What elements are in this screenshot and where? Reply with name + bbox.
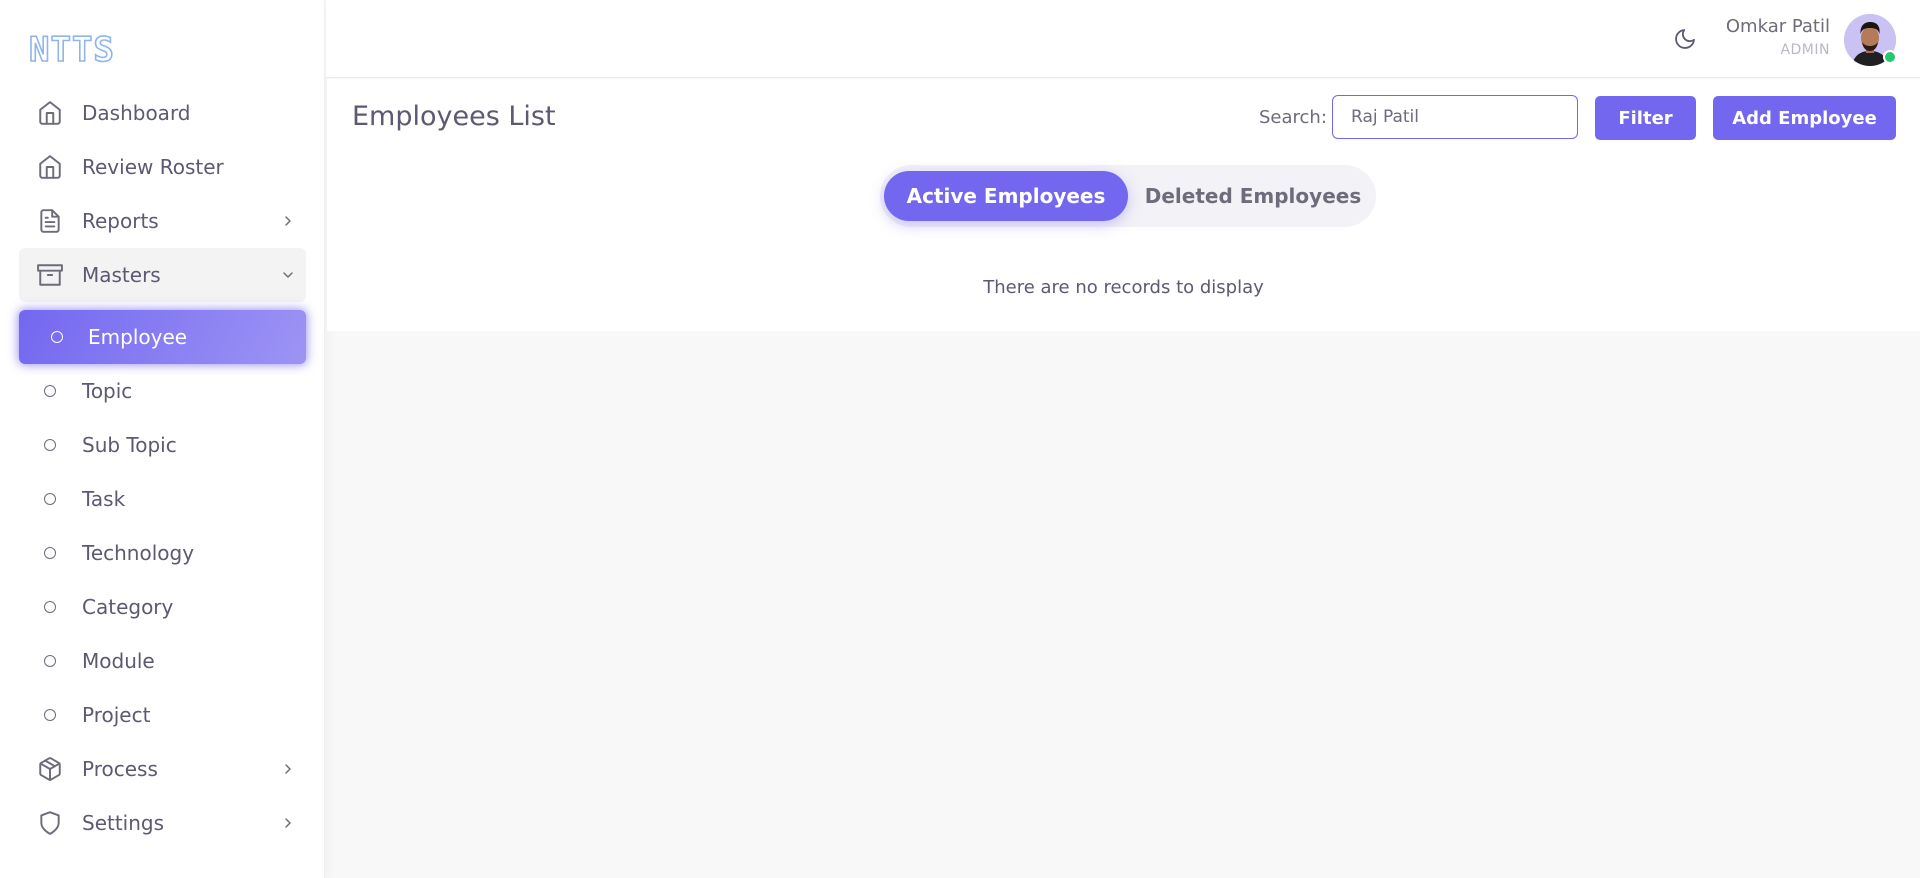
sidebar-subitem-label: Project bbox=[82, 703, 151, 727]
circle-icon bbox=[44, 655, 56, 667]
filter-button[interactable]: Filter bbox=[1595, 96, 1696, 140]
sidebar-subitem-module[interactable]: Module bbox=[19, 634, 306, 688]
circle-icon bbox=[44, 385, 56, 397]
sidebar-item-label: Review Roster bbox=[82, 155, 224, 179]
circle-icon bbox=[44, 439, 56, 451]
sidebar-subitem-label: Task bbox=[82, 487, 126, 511]
sidebar-subitem-task[interactable]: Task bbox=[19, 472, 306, 526]
sidebar-item-label: Process bbox=[82, 757, 158, 781]
search-label: Search: bbox=[1259, 107, 1327, 128]
shield-icon bbox=[40, 811, 60, 835]
sidebar-subitem-technology[interactable]: Technology bbox=[19, 526, 306, 580]
sidebar-item-dashboard[interactable]: Dashboard bbox=[19, 86, 306, 140]
sidebar-item-masters[interactable]: Masters bbox=[19, 248, 306, 302]
sidebar-subitem-label: Module bbox=[82, 649, 155, 673]
add-employee-button[interactable]: Add Employee bbox=[1713, 96, 1896, 140]
sidebar: NTTS Dashboard Review Roster Reports Mas… bbox=[0, 0, 325, 878]
sidebar-subitem-label: Employee bbox=[88, 325, 188, 349]
chevron-right-icon bbox=[285, 764, 291, 774]
chevron-right-icon bbox=[285, 818, 291, 828]
home-icon bbox=[39, 101, 61, 125]
sidebar-item-label: Dashboard bbox=[82, 101, 191, 125]
employees-card: Employees List Search: Filter Add Employ… bbox=[327, 79, 1920, 331]
tab-deleted-employees[interactable]: Deleted Employees bbox=[1134, 171, 1372, 221]
empty-state-message: There are no records to display bbox=[983, 277, 1264, 298]
home-icon bbox=[39, 155, 61, 179]
page-title: Employees List bbox=[352, 101, 556, 132]
circle-icon bbox=[44, 709, 56, 721]
sidebar-item-review-roster[interactable]: Review Roster bbox=[19, 140, 306, 194]
tab-active-employees[interactable]: Active Employees bbox=[884, 171, 1128, 221]
moon-icon[interactable] bbox=[1673, 27, 1697, 51]
sidebar-subitem-category[interactable]: Category bbox=[19, 580, 306, 634]
chevron-right-icon bbox=[285, 216, 291, 226]
sidebar-item-process[interactable]: Process bbox=[19, 742, 306, 796]
sidebar-subitem-label: Sub Topic bbox=[82, 433, 177, 457]
sidebar-subitem-label: Technology bbox=[82, 541, 195, 565]
sidebar-item-label: Settings bbox=[82, 811, 165, 835]
user-role: ADMIN bbox=[1780, 42, 1830, 58]
sidebar-subitem-topic[interactable]: Topic bbox=[19, 364, 306, 418]
sidebar-item-reports[interactable]: Reports bbox=[19, 194, 306, 248]
sidebar-subitem-label: Category bbox=[82, 595, 174, 619]
box-icon bbox=[39, 757, 61, 781]
archive-icon bbox=[37, 264, 63, 286]
employee-status-tabs: Active Employees Deleted Employees bbox=[880, 165, 1376, 227]
file-text-icon bbox=[40, 209, 60, 233]
sidebar-nav: Dashboard Review Roster Reports Masters … bbox=[19, 86, 306, 850]
sidebar-item-label: Reports bbox=[82, 209, 159, 233]
online-status-badge bbox=[1883, 50, 1897, 64]
user-name[interactable]: Omkar Patil bbox=[1726, 16, 1830, 37]
brand-logo[interactable]: NTTS bbox=[28, 29, 115, 71]
sidebar-item-settings[interactable]: Settings bbox=[19, 796, 306, 850]
chevron-down-icon bbox=[283, 272, 293, 278]
sidebar-subitem-label: Topic bbox=[82, 379, 133, 403]
sidebar-subitem-employee[interactable]: Employee bbox=[19, 310, 306, 364]
circle-icon bbox=[44, 601, 56, 613]
circle-icon bbox=[44, 547, 56, 559]
search-input[interactable] bbox=[1332, 95, 1578, 139]
top-navbar: Omkar Patil ADMIN bbox=[326, 0, 1920, 78]
circle-icon bbox=[51, 331, 63, 343]
sidebar-subitem-sub-topic[interactable]: Sub Topic bbox=[19, 418, 306, 472]
sidebar-item-label: Masters bbox=[82, 263, 161, 287]
sidebar-subitem-project[interactable]: Project bbox=[19, 688, 306, 742]
circle-icon bbox=[44, 493, 56, 505]
